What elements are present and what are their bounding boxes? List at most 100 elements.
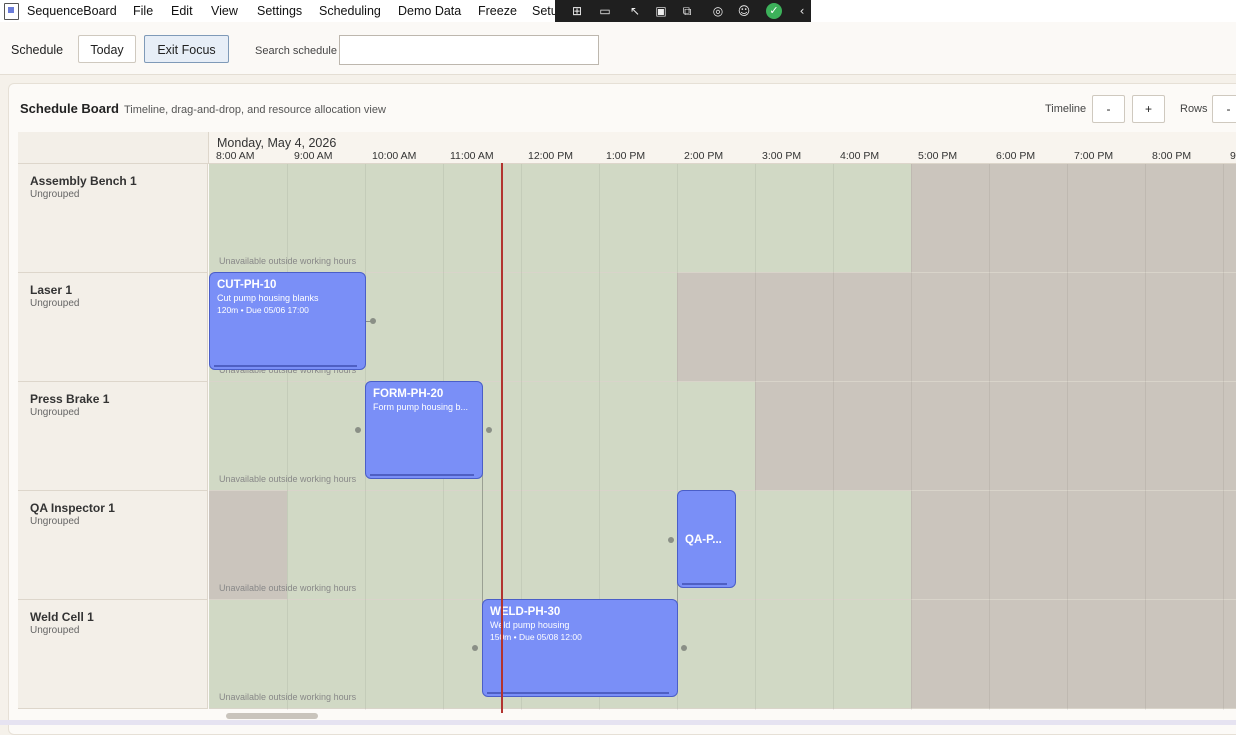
app-icon xyxy=(4,3,19,20)
tick-label: 1:00 PM xyxy=(606,150,646,162)
resource-row-assembly-bench-1[interactable]: Assembly Bench 1 Ungrouped xyxy=(18,164,208,273)
hour-gridline xyxy=(1223,164,1224,710)
unavailable-block xyxy=(755,382,1236,490)
resource-header xyxy=(18,132,209,164)
video-icon[interactable]: ▭ xyxy=(597,3,613,19)
unavailable-block xyxy=(911,164,1236,272)
hot-reload-icon[interactable]: ◎ xyxy=(710,3,726,19)
tick-label: 3:00 PM xyxy=(762,150,802,162)
timeline-lane[interactable]: Unavailable outside working hours xyxy=(209,382,1236,491)
rows-label: Rows xyxy=(1180,103,1208,115)
task-description: Form pump housing b... xyxy=(373,402,469,412)
resource-group: Ungrouped xyxy=(30,407,80,418)
progress-bar xyxy=(487,692,669,694)
tick-label: 9:00 AM xyxy=(294,150,333,162)
tick-label: 4:00 PM xyxy=(840,150,880,162)
layout-icon[interactable]: ⧉ xyxy=(679,3,695,19)
tick-label: 12:00 PM xyxy=(528,150,573,162)
resource-row-qa-inspector-1[interactable]: QA Inspector 1 Ungrouped xyxy=(18,491,208,600)
horizontal-scrollbar-thumb[interactable] xyxy=(226,713,318,719)
hour-gridline xyxy=(287,164,288,710)
schedule-label: Schedule xyxy=(11,43,64,57)
frame-icon[interactable]: ▣ xyxy=(653,3,669,19)
tick-label: 11:00 AM xyxy=(450,150,494,162)
dependency-handle[interactable] xyxy=(681,645,687,651)
hour-gridline xyxy=(911,164,912,710)
resource-group: Ungrouped xyxy=(30,189,80,200)
resource-name: Press Brake 1 xyxy=(30,392,110,406)
select-element-icon[interactable]: ⊞ xyxy=(569,3,585,19)
debug-toolbar: ⊞ ▭ ↖ ▣ ⧉ ◎ ☺ ✓ ‹ xyxy=(555,0,811,22)
exit-focus-button[interactable]: Exit Focus xyxy=(144,35,229,63)
task-id: CUT-PH-10 xyxy=(217,279,277,291)
menu-scheduling[interactable]: Scheduling xyxy=(319,4,381,18)
dependency-handle[interactable] xyxy=(472,645,478,651)
progress-bar xyxy=(370,474,474,476)
hour-gridline xyxy=(1067,164,1068,710)
resource-name: QA Inspector 1 xyxy=(30,501,115,515)
resource-row-weld-cell-1[interactable]: Weld Cell 1 Ungrouped xyxy=(18,600,208,709)
today-button[interactable]: Today xyxy=(78,35,136,63)
tick-label: 8:00 PM xyxy=(1152,150,1192,162)
dependency-handle[interactable] xyxy=(668,537,674,543)
resource-name: Assembly Bench 1 xyxy=(30,174,137,188)
hour-gridline xyxy=(833,164,834,710)
tick-label: 2:00 PM xyxy=(684,150,724,162)
timeline-lane[interactable]: Unavailable outside working hours xyxy=(209,164,1236,273)
pointer-select-icon[interactable]: ↖ xyxy=(627,3,643,19)
tick-label: 7:00 PM xyxy=(1074,150,1114,162)
board-subtitle: Timeline, drag-and-drop, and resource al… xyxy=(124,104,386,116)
menu-demo-data[interactable]: Demo Data xyxy=(398,4,461,18)
window-bottom-edge xyxy=(0,720,1236,725)
board-title: Schedule Board xyxy=(20,101,119,116)
resource-name: Weld Cell 1 xyxy=(30,610,94,624)
menu-freeze[interactable]: Freeze xyxy=(478,4,517,18)
timeline-zoom-out-button[interactable]: - xyxy=(1092,95,1125,123)
accessibility-icon[interactable]: ☺ xyxy=(736,3,752,19)
check-icon[interactable]: ✓ xyxy=(766,3,782,19)
dependency-handle[interactable] xyxy=(370,318,376,324)
timeline-zoom-in-button[interactable]: + xyxy=(1132,95,1165,123)
dependency-handle[interactable] xyxy=(486,427,492,433)
unavailable-block xyxy=(677,273,1236,381)
menu-view[interactable]: View xyxy=(211,4,238,18)
rows-decrease-button[interactable]: - xyxy=(1212,95,1236,123)
tick-label: 10:00 AM xyxy=(372,150,417,162)
menu-settings[interactable]: Settings xyxy=(257,4,302,18)
app-title: SequenceBoard xyxy=(27,4,117,18)
resource-row-press-brake-1[interactable]: Press Brake 1 Ungrouped xyxy=(18,382,208,491)
timeline-header: Monday, May 4, 2026 8:00 AM 9:00 AM 10:0… xyxy=(209,132,1236,164)
task-description: Cut pump housing blanks xyxy=(217,293,319,303)
toolbar: Schedule Today Exit Focus Search schedul… xyxy=(0,22,1236,75)
tick-label: 5:00 PM xyxy=(918,150,958,162)
resource-group: Ungrouped xyxy=(30,625,80,636)
resource-name: Laser 1 xyxy=(30,283,73,297)
unavailable-block xyxy=(911,600,1236,708)
resource-group: Ungrouped xyxy=(30,298,80,309)
timeline-date: Monday, May 4, 2026 xyxy=(217,136,337,150)
search-input[interactable] xyxy=(339,35,599,65)
menu-setup[interactable]: Setu xyxy=(532,4,558,18)
unavailable-block xyxy=(911,491,1236,599)
resource-group: Ungrouped xyxy=(30,516,80,527)
task-block-form-ph-20[interactable]: FORM-PH-20 Form pump housing b... xyxy=(365,381,483,479)
current-time-line xyxy=(501,163,503,713)
hour-gridline xyxy=(989,164,990,710)
hour-gridline xyxy=(1145,164,1146,710)
hour-gridline xyxy=(755,164,756,710)
menu-file[interactable]: File xyxy=(133,4,153,18)
collapse-chevron-icon[interactable]: ‹ xyxy=(794,3,810,19)
task-block-weld-ph-30[interactable]: WELD-PH-30 Weld pump housing 150m • Due … xyxy=(482,599,678,697)
task-id: QA-P... xyxy=(685,534,722,546)
dependency-handle[interactable] xyxy=(355,427,361,433)
resource-row-laser-1[interactable]: Laser 1 Ungrouped xyxy=(18,273,208,382)
task-block-qa-ph[interactable]: QA-P... xyxy=(677,490,736,588)
tick-label: 6:00 PM xyxy=(996,150,1036,162)
timeline-lane[interactable]: Unavailable outside working hours xyxy=(209,600,1236,709)
progress-bar xyxy=(682,583,727,585)
menu-edit[interactable]: Edit xyxy=(171,4,193,18)
tick-label: 9 xyxy=(1230,150,1236,162)
task-block-cut-ph-10[interactable]: CUT-PH-10 Cut pump housing blanks 120m •… xyxy=(209,272,366,370)
task-meta: 120m • Due 05/06 17:00 xyxy=(217,305,309,315)
task-meta: 150m • Due 05/08 12:00 xyxy=(490,632,582,642)
